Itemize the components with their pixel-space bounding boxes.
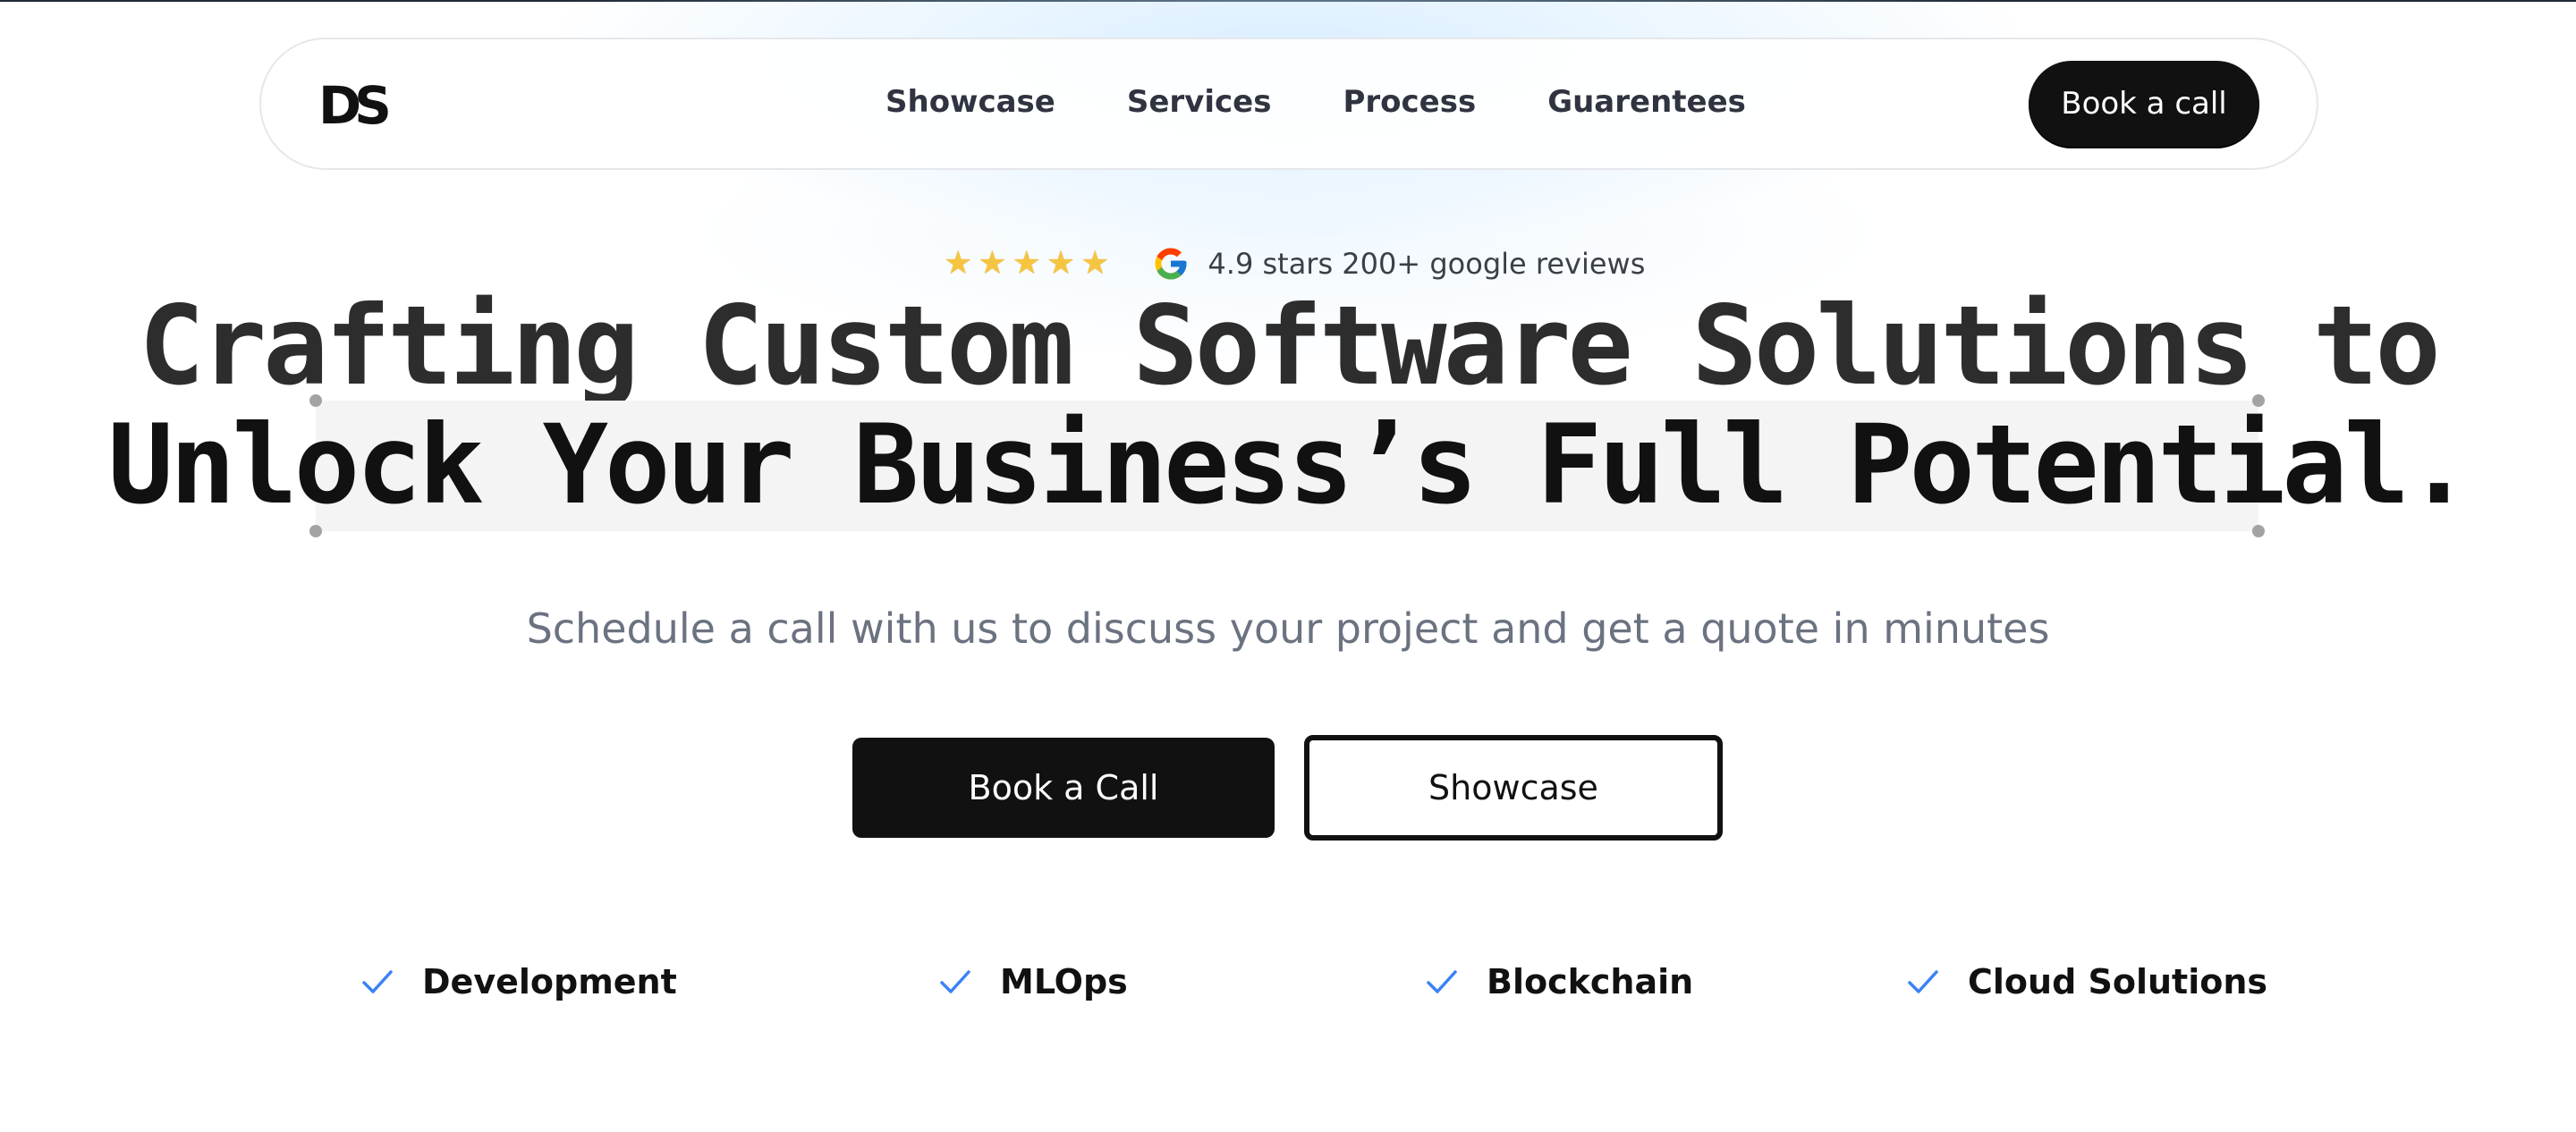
- rating-stars: ★ ★ ★ ★ ★: [944, 246, 1109, 282]
- selection-handle[interactable]: [309, 525, 322, 537]
- nav-link-guarentees[interactable]: Guarentees: [1547, 82, 1746, 122]
- check-icon: [937, 964, 973, 1000]
- nav-link-process[interactable]: Process: [1343, 82, 1476, 122]
- selection-handle[interactable]: [2252, 525, 2265, 537]
- star-icon: ★: [1080, 245, 1110, 282]
- book-a-call-nav-button[interactable]: Book a call: [2029, 61, 2259, 147]
- star-icon: ★: [1012, 245, 1041, 282]
- check-icon: [1905, 964, 1941, 1000]
- nav-link-showcase[interactable]: Showcase: [886, 82, 1055, 122]
- google-icon: [1152, 245, 1190, 283]
- feature-item-development: Development: [360, 957, 677, 1007]
- feature-label: Cloud Solutions: [1968, 962, 2268, 1001]
- feature-label: Blockchain: [1487, 962, 1694, 1001]
- headline-line-2[interactable]: Unlock Your Business’s Full Potential.: [0, 402, 2576, 528]
- feature-item-cloud-solutions: Cloud Solutions: [1905, 957, 2267, 1007]
- check-icon: [360, 964, 395, 1000]
- book-a-call-button[interactable]: Book a Call: [852, 738, 1275, 838]
- hero-subtitle: Schedule a call with us to discuss your …: [526, 604, 2050, 653]
- navbar: DS Showcase Services Process Guarentees …: [259, 38, 2318, 170]
- reviews-bar: ★ ★ ★ ★ ★ 4.9 stars 200+ google reviews: [944, 241, 1645, 286]
- feature-label: Development: [422, 962, 677, 1001]
- showcase-button[interactable]: Showcase: [1304, 735, 1723, 841]
- selection-handle[interactable]: [309, 394, 322, 407]
- feature-item-mlops: MLOps: [937, 957, 1128, 1007]
- headline-line-1: Crafting Custom Software Solutions to: [139, 283, 2441, 410]
- star-icon: ★: [944, 245, 973, 282]
- selection-handle[interactable]: [2252, 394, 2265, 407]
- logo[interactable]: DS: [318, 77, 392, 134]
- check-icon: [1424, 964, 1460, 1000]
- hero-headline: Crafting Custom Software Solutions to Un…: [0, 283, 2576, 537]
- nav-links: Showcase Services Process Guarentees: [886, 82, 1746, 122]
- reviews-text: 4.9 stars 200+ google reviews: [1208, 247, 1646, 281]
- star-icon: ★: [978, 245, 1007, 282]
- feature-item-blockchain: Blockchain: [1424, 957, 1693, 1007]
- star-icon: ★: [1046, 245, 1076, 282]
- nav-link-services[interactable]: Services: [1127, 82, 1272, 122]
- feature-label: MLOps: [1000, 962, 1128, 1001]
